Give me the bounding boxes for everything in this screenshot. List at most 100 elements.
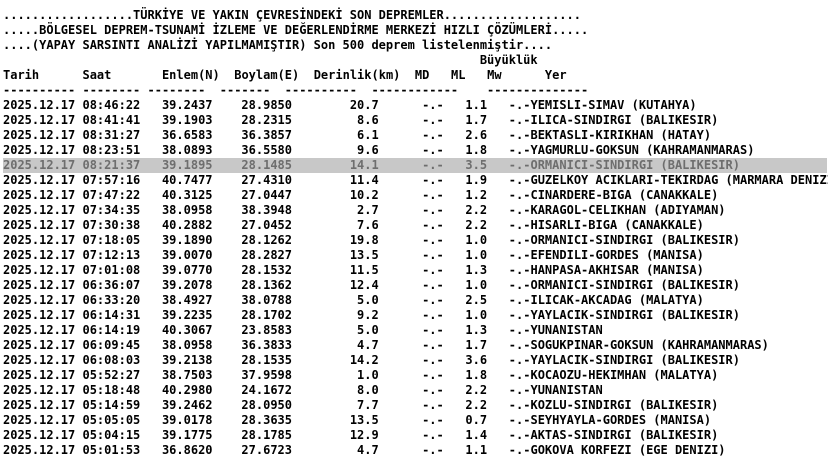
cell-lat: 39.2138 xyxy=(140,353,213,367)
cell-date: 2025.12.17 xyxy=(3,263,83,277)
cell-mw: -.- xyxy=(487,188,531,202)
cell-place: BEKTASLI-KIRIKHAN (HATAY) xyxy=(530,128,712,142)
column-time: Saat xyxy=(82,68,141,82)
cell-place: YUNANISTAN xyxy=(530,383,603,397)
cell-depth: 12.4 xyxy=(292,278,379,292)
cell-lon: 36.3833 xyxy=(212,338,293,352)
table-row[interactable]: 2025.12.17 05:18:48 40.2980 24.1672 8.0 … xyxy=(3,383,827,398)
cell-lon: 27.4310 xyxy=(212,173,293,187)
cell-ml: 2.6 xyxy=(443,128,488,142)
cell-lat: 40.3125 xyxy=(140,188,213,202)
table-row[interactable]: 2025.12.17 05:05:05 39.0178 28.3635 13.5… xyxy=(3,413,827,428)
table-row[interactable]: 2025.12.17 07:18:05 39.1890 28.1262 19.8… xyxy=(3,233,827,248)
cell-time: 07:12:13 xyxy=(82,248,141,262)
table-row[interactable]: 2025.12.17 07:34:35 38.0958 38.3948 2.7 … xyxy=(3,203,827,218)
cell-date: 2025.12.17 xyxy=(3,188,83,202)
cell-mw: -.- xyxy=(487,443,531,457)
cell-lon: 28.9850 xyxy=(212,98,293,112)
cell-lon: 28.0950 xyxy=(212,398,293,412)
cell-date: 2025.12.17 xyxy=(3,353,83,367)
column-depth: Derinlik(km) xyxy=(299,68,401,82)
cell-md: -.- xyxy=(378,443,444,457)
cell-lat: 36.8620 xyxy=(140,443,213,457)
cell-lon: 24.1672 xyxy=(212,383,293,397)
header-title: ..................TÜRKİYE VE YAKIN ÇEVRE… xyxy=(3,8,581,22)
cell-place: YUNANISTAN xyxy=(530,323,603,337)
table-row[interactable]: 2025.12.17 08:23:51 38.0893 36.5580 9.6 … xyxy=(3,143,827,158)
cell-depth: 4.7 xyxy=(292,443,379,457)
table-row[interactable]: 2025.12.17 05:52:27 38.7503 37.9598 1.0 … xyxy=(3,368,827,383)
cell-date: 2025.12.17 xyxy=(3,113,83,127)
cell-lat: 38.7503 xyxy=(140,368,213,382)
table-row[interactable]: 2025.12.17 08:41:41 39.1903 28.2315 8.6 … xyxy=(3,113,827,128)
cell-time: 06:14:31 xyxy=(82,308,141,322)
cell-lat: 39.2235 xyxy=(140,308,213,322)
cell-time: 05:18:48 xyxy=(82,383,141,397)
cell-date: 2025.12.17 xyxy=(3,398,83,412)
cell-ml: 0.7 xyxy=(443,413,488,427)
table-row[interactable]: 2025.12.17 07:12:13 39.0070 28.2827 13.5… xyxy=(3,248,827,263)
cell-mw: -.- xyxy=(487,338,531,352)
cell-date: 2025.12.17 xyxy=(3,383,83,397)
table-row[interactable]: 2025.12.17 07:01:08 39.0770 28.1532 11.5… xyxy=(3,263,827,278)
table-row[interactable]: 2025.12.17 06:14:19 40.3067 23.8583 5.0 … xyxy=(3,323,827,338)
cell-lat: 40.3067 xyxy=(140,323,213,337)
cell-time: 06:36:07 xyxy=(82,278,141,292)
cell-depth: 9.6 xyxy=(292,143,379,157)
cell-place: YAYLACIK-SINDIRGI (BALIKESIR) xyxy=(530,353,740,367)
magnitude-group-label: Büyüklük xyxy=(3,53,827,68)
table-row[interactable]: 2025.12.17 05:14:59 39.2462 28.0950 7.7 … xyxy=(3,398,827,413)
cell-ml: 1.0 xyxy=(443,308,488,322)
cell-md: -.- xyxy=(378,413,444,427)
table-row[interactable]: 2025.12.17 07:47:22 40.3125 27.0447 10.2… xyxy=(3,188,827,203)
table-row[interactable]: 2025.12.17 08:46:22 39.2437 28.9850 20.7… xyxy=(3,98,827,113)
cell-ml: 2.2 xyxy=(443,203,488,217)
table-row[interactable]: 2025.12.17 07:57:16 40.7477 27.4310 11.4… xyxy=(3,173,828,188)
cell-ml: 1.3 xyxy=(443,323,488,337)
table-row[interactable]: 2025.12.17 06:14:31 39.2235 28.1702 9.2 … xyxy=(3,308,827,323)
cell-lat: 40.7477 xyxy=(140,173,213,187)
table-row[interactable]: 2025.12.17 05:01:53 36.8620 27.6723 4.7 … xyxy=(3,443,827,458)
header-note: ....(YAPAY SARSINTI ANALİZİ YAPILMAMIŞTI… xyxy=(3,38,553,52)
cell-md: -.- xyxy=(378,98,444,112)
cell-ml: 2.5 xyxy=(443,293,488,307)
cell-place: EFENDILI-GORDES (MANISA) xyxy=(530,248,704,262)
cell-place: YAGMURLU-GOKSUN (KAHRAMANMARAS) xyxy=(530,143,755,157)
cell-mw: -.- xyxy=(487,308,531,322)
cell-ml: 1.0 xyxy=(443,233,488,247)
cell-depth: 5.0 xyxy=(292,293,379,307)
cell-md: -.- xyxy=(378,113,444,127)
cell-time: 06:09:45 xyxy=(82,338,141,352)
cell-time: 05:14:59 xyxy=(82,398,141,412)
table-row[interactable]: 2025.12.17 08:31:27 36.6583 36.3857 6.1 … xyxy=(3,128,827,143)
cell-lat: 39.0178 xyxy=(140,413,213,427)
cell-depth: 12.9 xyxy=(292,428,379,442)
cell-ml: 1.2 xyxy=(443,188,488,202)
cell-mw: -.- xyxy=(487,173,531,187)
table-row[interactable]: 2025.12.17 06:09:45 38.0958 36.3833 4.7 … xyxy=(3,338,827,353)
cell-depth: 13.5 xyxy=(292,413,379,427)
cell-depth: 19.8 xyxy=(292,233,379,247)
cell-depth: 2.7 xyxy=(292,203,379,217)
column-ml: ML xyxy=(429,68,466,82)
cell-md: -.- xyxy=(378,263,444,277)
cell-time: 07:30:38 xyxy=(82,218,141,232)
cell-time: 08:41:41 xyxy=(82,113,141,127)
table-row[interactable]: 2025.12.17 05:04:15 39.1775 28.1785 12.9… xyxy=(3,428,827,443)
cell-depth: 20.7 xyxy=(292,98,379,112)
column-lon: Boylam(E) xyxy=(219,68,300,82)
table-row[interactable]: 2025.12.17 06:33:20 38.4927 38.0788 5.0 … xyxy=(3,293,827,308)
cell-lon: 27.6723 xyxy=(212,443,293,457)
table-row[interactable]: 2025.12.17 07:30:38 40.2882 27.0452 7.6 … xyxy=(3,218,827,233)
cell-ml: 1.1 xyxy=(443,98,488,112)
cell-md: -.- xyxy=(378,158,444,172)
cell-depth: 10.2 xyxy=(292,188,379,202)
table-row[interactable]: 2025.12.17 08:21:37 39.1895 28.1485 14.1… xyxy=(3,158,827,173)
cell-depth: 4.7 xyxy=(292,338,379,352)
table-row[interactable]: 2025.12.17 06:08:03 39.2138 28.1535 14.2… xyxy=(3,353,827,368)
cell-depth: 9.2 xyxy=(292,308,379,322)
cell-place: YEMISLI-SIMAV (KUTAHYA) xyxy=(530,98,697,112)
table-row[interactable]: 2025.12.17 06:36:07 39.2078 28.1362 12.4… xyxy=(3,278,827,293)
cell-md: -.- xyxy=(378,218,444,232)
cell-time: 05:04:15 xyxy=(82,428,141,442)
